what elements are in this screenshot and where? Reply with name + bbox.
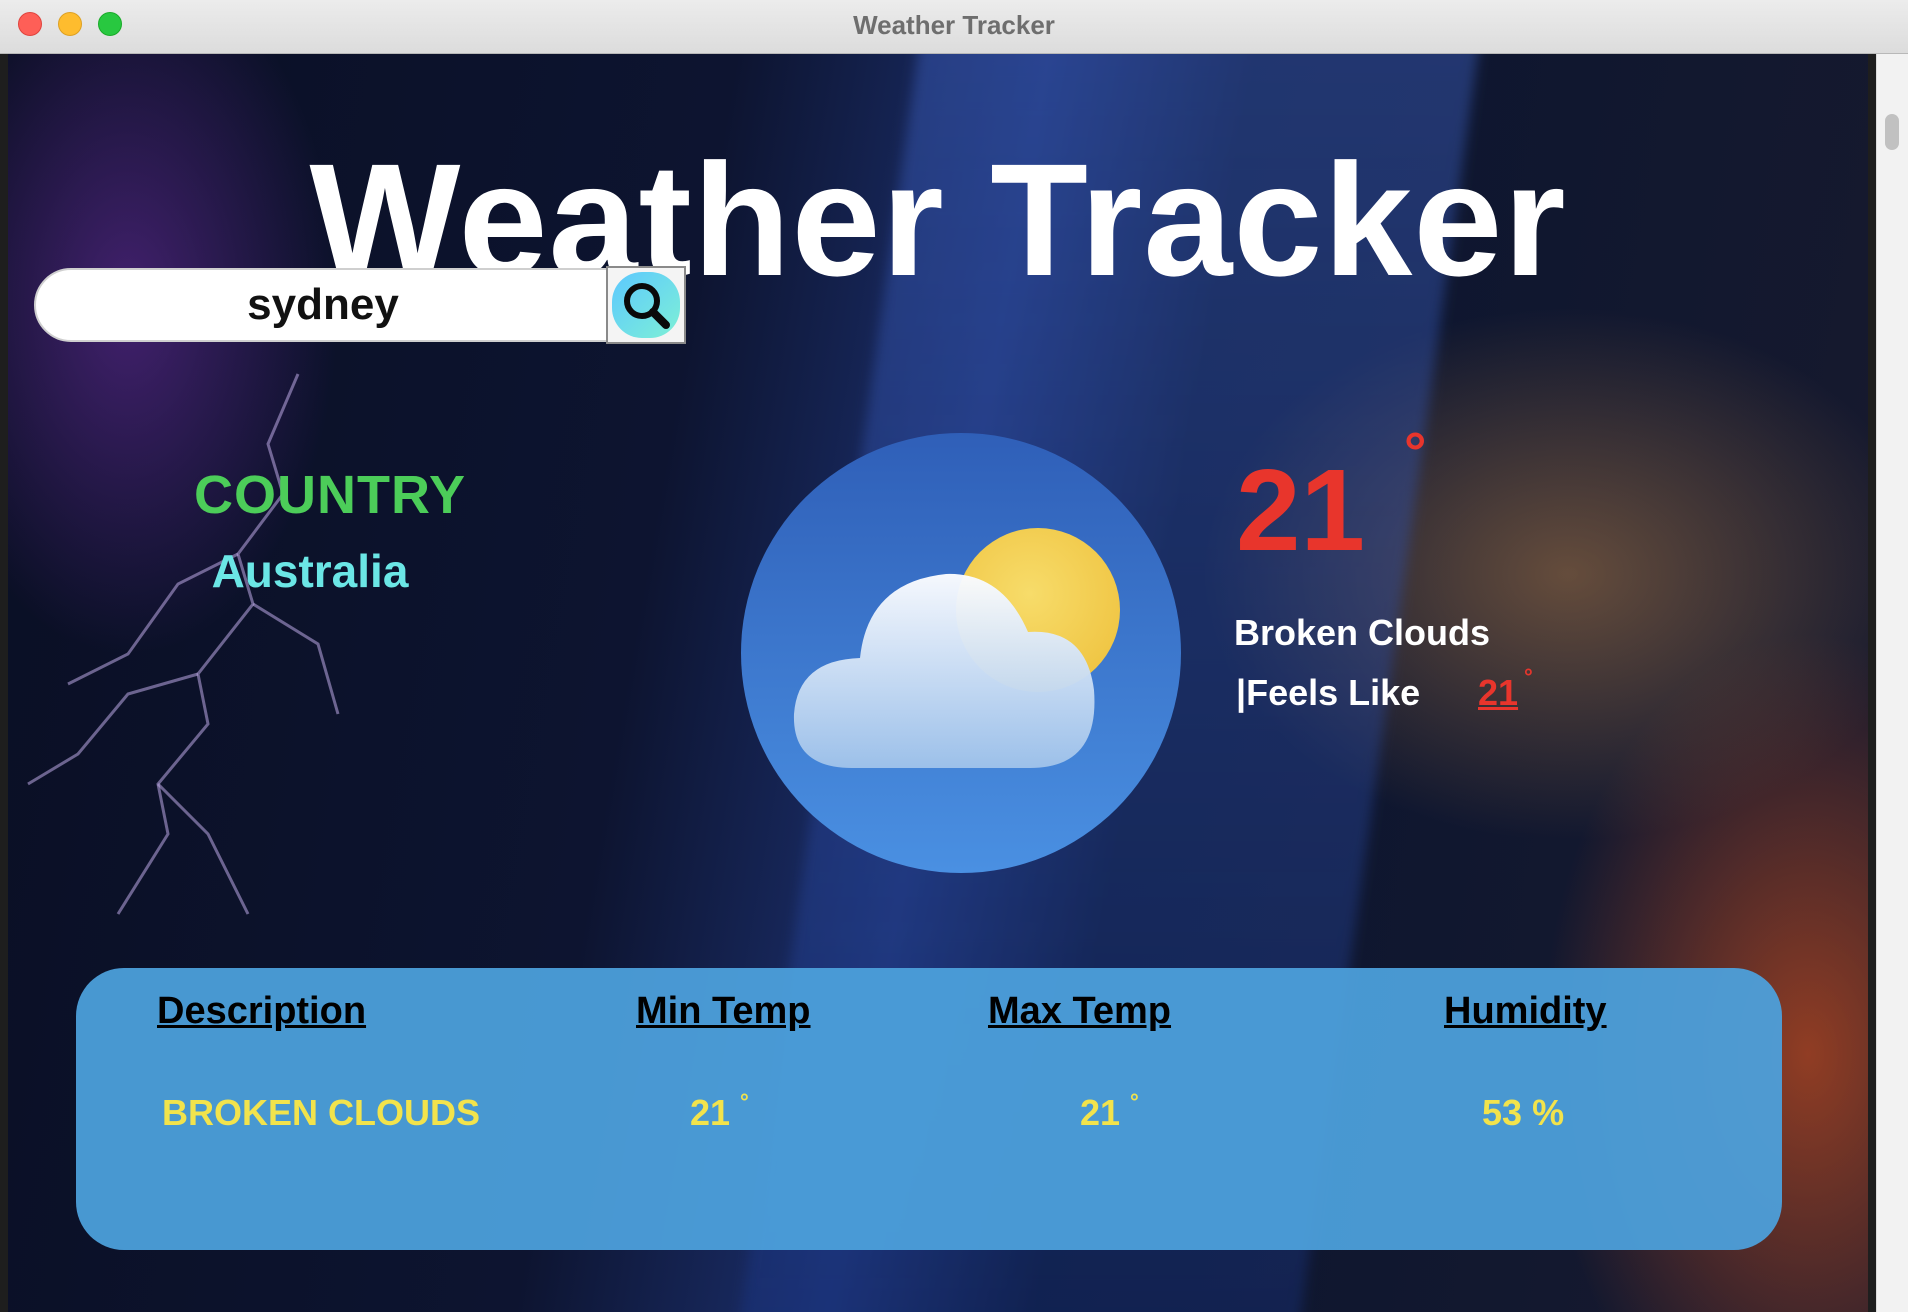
country-value: Australia (211, 545, 409, 597)
header-max-temp: Max Temp (988, 990, 1172, 1032)
max-temp-cell: 21 ° (1080, 1089, 1139, 1134)
search-input[interactable] (34, 268, 612, 342)
weather-condition: Broken Clouds (1234, 612, 1491, 653)
partly-cloudy-icon (741, 433, 1181, 873)
search-icon (612, 272, 680, 338)
humidity-unit: % (1532, 1092, 1565, 1133)
scrollbar-thumb[interactable] (1885, 114, 1899, 150)
header-description: Description (157, 990, 367, 1032)
humidity-value: 53 (1482, 1092, 1523, 1133)
current-temperature: 21 (1236, 445, 1366, 575)
max-temp-degree: ° (1130, 1089, 1139, 1114)
lightning-decoration (27, 373, 340, 915)
header-humidity: Humidity (1444, 990, 1607, 1032)
min-temp-value: 21 (690, 1092, 731, 1133)
window-titlebar: Weather Tracker (0, 0, 1908, 54)
min-temp-degree: ° (740, 1089, 749, 1114)
window-title: Weather Tracker (853, 10, 1055, 40)
description-value: BROKEN CLOUDS (162, 1092, 481, 1133)
temperature-degree-symbol: ° (1404, 420, 1427, 483)
country-label: COUNTRY (194, 465, 466, 525)
feels-like-value: 21 (1478, 672, 1519, 713)
header-min-temp: Min Temp (636, 990, 811, 1032)
humidity-cell: 53 % (1482, 1092, 1564, 1134)
scrollbar[interactable] (1876, 54, 1908, 1312)
feels-like-degree-symbol: ° (1524, 664, 1533, 689)
feels-like-label: |Feels Like (1236, 672, 1421, 713)
search-button[interactable] (606, 266, 686, 344)
max-temp-value: 21 (1080, 1092, 1121, 1133)
min-temp-cell: 21 ° (690, 1089, 749, 1134)
